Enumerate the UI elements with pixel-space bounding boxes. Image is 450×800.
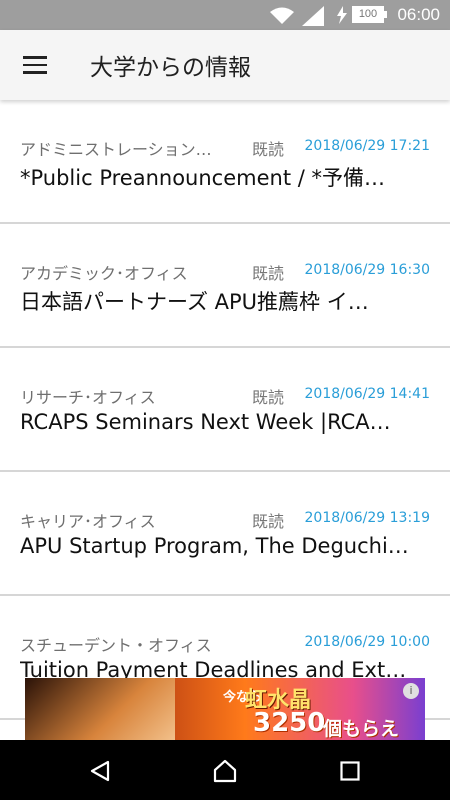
- battery-icon: 100: [352, 6, 384, 23]
- info-icon[interactable]: i: [403, 683, 419, 699]
- item-category: アカデミック･オフィス: [20, 264, 188, 283]
- item-category: キャリア･オフィス: [20, 512, 156, 531]
- page-title: 大学からの情報: [90, 55, 251, 81]
- list-item[interactable]: アドミニストレーション… 既読 2018/06/29 17:21 *Public…: [0, 100, 450, 224]
- ad-number: 3250: [253, 708, 326, 738]
- status-time: 06:00: [397, 5, 440, 24]
- home-icon[interactable]: [212, 758, 238, 784]
- ad-suffix: 個もらえる!: [323, 718, 400, 740]
- list-item[interactable]: キャリア･オフィス 既読 2018/06/29 13:19 APU Startu…: [0, 472, 450, 596]
- item-title: APU Startup Program, The Deguchi…: [20, 534, 409, 558]
- back-icon[interactable]: [88, 759, 112, 783]
- signal-icon: [302, 6, 324, 26]
- item-title: RCAPS Seminars Next Week |RCA…: [20, 410, 391, 434]
- read-status: 既読: [252, 264, 285, 283]
- read-status: 既読: [252, 140, 285, 159]
- item-category: スチューデント・オフィス: [20, 636, 212, 655]
- recents-icon[interactable]: [340, 761, 360, 781]
- item-date: 2018/06/29 10:00: [304, 634, 431, 650]
- battery-tip: [384, 11, 387, 18]
- item-title: 日本語パートナーズ APU推薦枠 イ…: [20, 290, 369, 314]
- navigation-bar: [0, 740, 450, 800]
- list-item[interactable]: アカデミック･オフィス 既読 2018/06/29 16:30 日本語パートナー…: [0, 224, 450, 348]
- item-title: *Public Preannouncement / *予備…: [20, 166, 385, 190]
- ad-character-art: [25, 678, 175, 740]
- item-date: 2018/06/29 14:41: [304, 386, 431, 402]
- read-status: 既読: [252, 388, 285, 407]
- item-date: 2018/06/29 17:21: [304, 138, 431, 154]
- item-category: アドミニストレーション…: [20, 140, 212, 159]
- notice-list: アドミニストレーション… 既読 2018/06/29 17:21 *Public…: [0, 100, 450, 720]
- read-status: 既読: [252, 512, 285, 531]
- item-category: リサーチ･オフィス: [20, 388, 156, 407]
- hamburger-menu-icon[interactable]: [23, 56, 47, 74]
- ad-banner[interactable]: 今なら 虹水晶 3250 個もらえる! i: [25, 678, 425, 740]
- battery-level: 100: [358, 8, 378, 20]
- item-date: 2018/06/29 16:30: [304, 262, 431, 278]
- list-item[interactable]: リサーチ･オフィス 既読 2018/06/29 14:41 RCAPS Semi…: [0, 348, 450, 472]
- status-bar: 100 06:00: [0, 0, 450, 30]
- app-bar: 大学からの情報: [0, 30, 450, 100]
- charging-icon: [337, 6, 347, 24]
- wifi-icon: [270, 7, 294, 24]
- item-date: 2018/06/29 13:19: [304, 510, 431, 526]
